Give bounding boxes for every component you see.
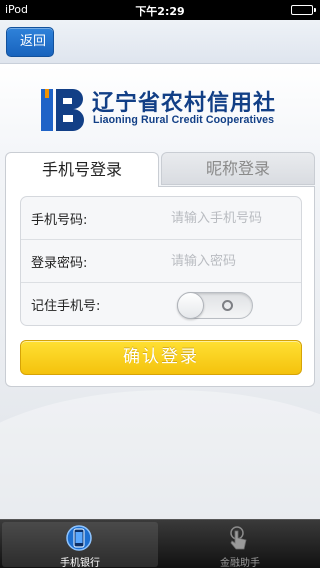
login-form-panel: 手机号码: 登录密码: 记住手机号: 确认登录 [5, 186, 315, 387]
remember-phone-toggle[interactable] [177, 292, 253, 319]
toggle-knob [177, 292, 204, 319]
navigation-bar: 返回 [0, 20, 320, 64]
bank-name-chinese: 辽宁省农村信用社 [92, 91, 277, 116]
remember-phone-label: 记住手机号: [31, 299, 101, 314]
phone-input[interactable] [151, 205, 297, 231]
divider [159, 186, 315, 187]
tab-phone-login[interactable]: 手机号登录 [5, 152, 159, 187]
password-input[interactable] [151, 248, 297, 274]
back-button[interactable]: 返回 [0, 26, 54, 58]
tab-mobile-banking[interactable]: 手机银行 [2, 522, 158, 568]
password-label: 登录密码: [31, 256, 88, 271]
confirm-login-button[interactable]: 确认登录 [20, 340, 302, 375]
remember-phone-row: 记住手机号: [21, 283, 301, 325]
battery-icon [291, 5, 316, 15]
back-button-label: 返回 [20, 34, 47, 49]
bank-name-english: Liaoning Rural Credit Cooperatives [93, 114, 275, 126]
password-row: 登录密码: [21, 240, 301, 283]
phone-icon [66, 525, 92, 551]
phone-row: 手机号码: [21, 197, 301, 240]
login-card: 手机号登录 昵称登录 手机号码: 登录密码: 记住手机号: 确认登录 [5, 152, 315, 387]
tab-financial-assistant[interactable]: 金融助手 [162, 522, 318, 568]
tab-nickname-login[interactable]: 昵称登录 [161, 152, 315, 185]
login-form-group: 手机号码: 登录密码: 记住手机号: [20, 196, 302, 326]
tab-financial-assistant-label: 金融助手 [220, 558, 260, 568]
status-time: 下午2:29 [135, 5, 185, 18]
logo-header: 辽宁省农村信用社 Liaoning Rural Credit Cooperati… [0, 65, 320, 150]
status-bar: iPod 下午2:29 [0, 0, 320, 20]
tab-mobile-banking-label: 手机银行 [60, 558, 100, 568]
toggle-off-icon [222, 300, 233, 311]
bank-logo-icon [41, 89, 84, 131]
hand-pointer-icon [230, 526, 247, 550]
phone-label: 手机号码: [31, 213, 88, 228]
bottom-tab-bar: 手机银行 金融助手 [0, 519, 320, 568]
